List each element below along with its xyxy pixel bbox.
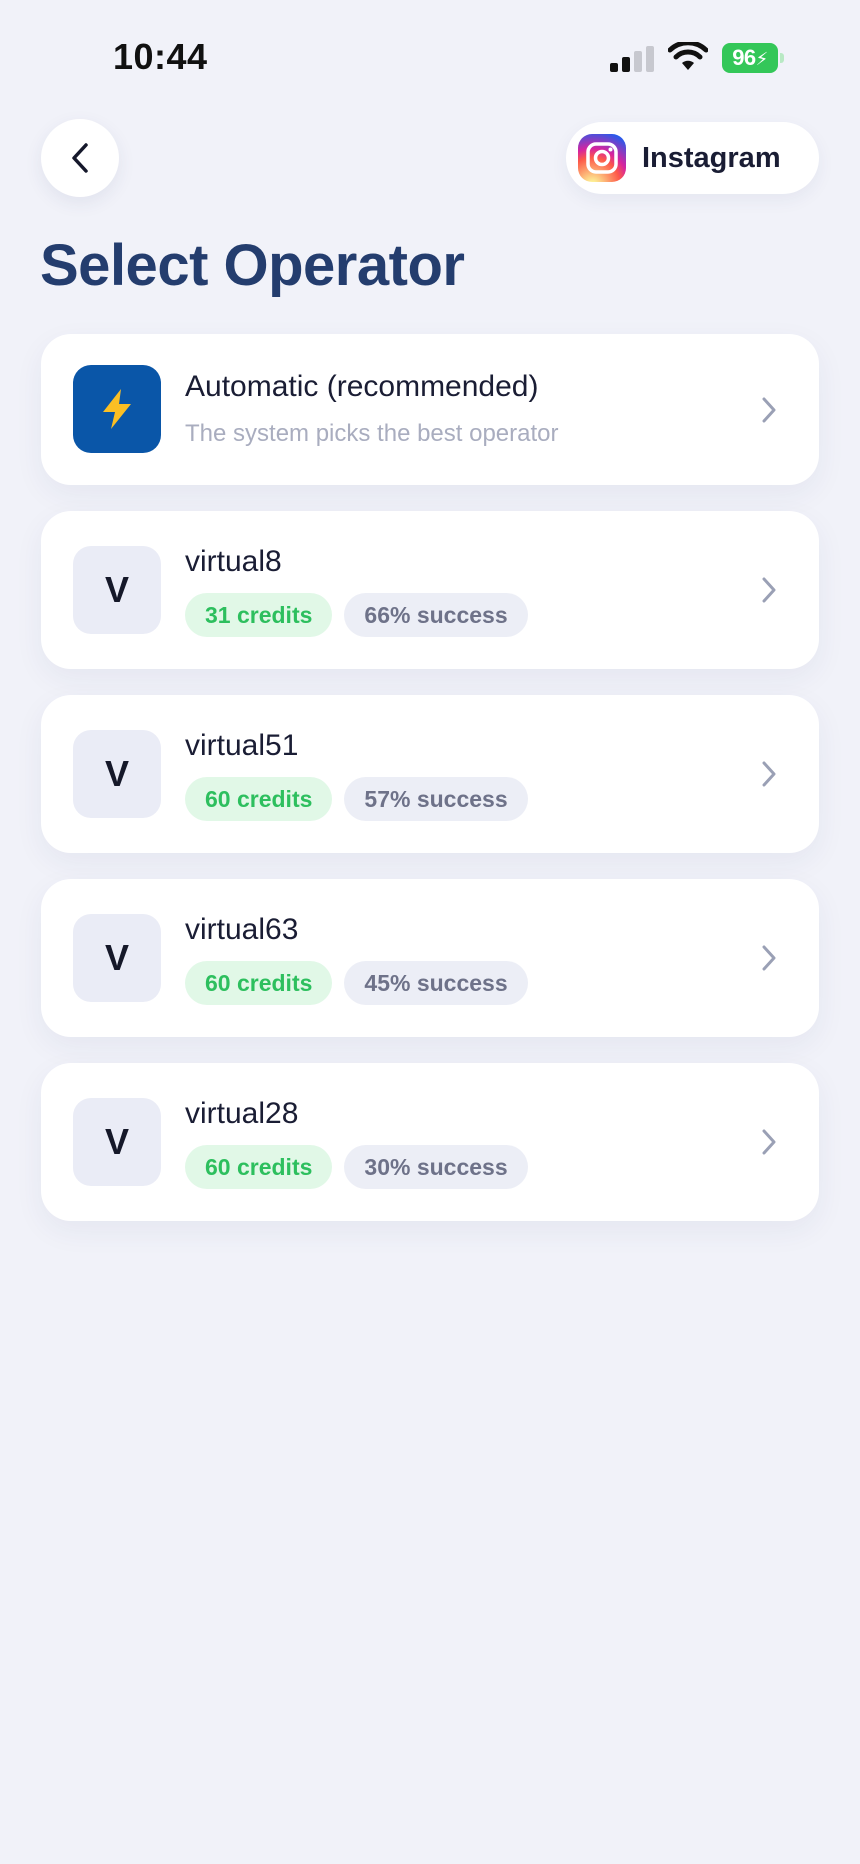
- credits-badge: 60 credits: [185, 777, 333, 821]
- service-chip[interactable]: Instagram: [566, 122, 819, 194]
- chevron-left-icon: [72, 143, 88, 173]
- battery-indicator: 96⚡: [722, 43, 784, 73]
- automatic-option-title: Automatic (recommended): [185, 370, 539, 403]
- page-title: Select Operator: [40, 233, 465, 298]
- automatic-operator-option[interactable]: Automatic (recommended) The system picks…: [41, 334, 819, 485]
- chevron-right-icon: [762, 761, 776, 787]
- chevron-right-icon: [762, 1129, 776, 1155]
- operator-name: virtual51: [185, 729, 299, 762]
- service-name: Instagram: [642, 141, 781, 174]
- cellular-signal-icon: [610, 46, 654, 72]
- success-rate-badge: 66% success: [344, 593, 528, 637]
- chevron-right-icon: [762, 577, 776, 603]
- operator-badges: 60 credits 45% success: [185, 961, 540, 1005]
- success-rate-badge: 30% success: [344, 1145, 528, 1189]
- operator-avatar: V: [73, 730, 161, 818]
- status-bar: 10:44 96⚡: [0, 0, 860, 110]
- operator-option[interactable]: V virtual63 60 credits 45% success: [41, 879, 819, 1037]
- operator-option[interactable]: V virtual28 60 credits 30% success: [41, 1063, 819, 1221]
- operator-badges: 60 credits 57% success: [185, 777, 540, 821]
- charging-bolt-icon: ⚡: [755, 49, 769, 69]
- operator-avatar: V: [73, 546, 161, 634]
- instagram-icon: [578, 134, 626, 182]
- chevron-right-icon: [762, 945, 776, 971]
- operator-list: Automatic (recommended) The system picks…: [41, 334, 819, 1247]
- lightning-icon: [73, 365, 161, 453]
- operator-avatar: V: [73, 914, 161, 1002]
- back-button[interactable]: [41, 119, 119, 197]
- battery-level: 96: [732, 45, 756, 70]
- chevron-right-icon: [762, 397, 776, 422]
- operator-name: virtual8: [185, 545, 282, 578]
- credits-badge: 60 credits: [185, 961, 333, 1005]
- operator-avatar: V: [73, 1098, 161, 1186]
- success-rate-badge: 57% success: [344, 777, 528, 821]
- wifi-icon: [668, 42, 708, 70]
- automatic-option-subtitle: The system picks the best operator: [185, 420, 559, 447]
- credits-badge: 60 credits: [185, 1145, 333, 1189]
- operator-badges: 60 credits 30% success: [185, 1145, 540, 1189]
- credits-badge: 31 credits: [185, 593, 333, 637]
- operator-option[interactable]: V virtual51 60 credits 57% success: [41, 695, 819, 853]
- operator-name: virtual63: [185, 913, 299, 946]
- success-rate-badge: 45% success: [344, 961, 528, 1005]
- operator-badges: 31 credits 66% success: [185, 593, 540, 637]
- operator-name: virtual28: [185, 1097, 299, 1130]
- status-time: 10:44: [113, 36, 208, 77]
- operator-option[interactable]: V virtual8 31 credits 66% success: [41, 511, 819, 669]
